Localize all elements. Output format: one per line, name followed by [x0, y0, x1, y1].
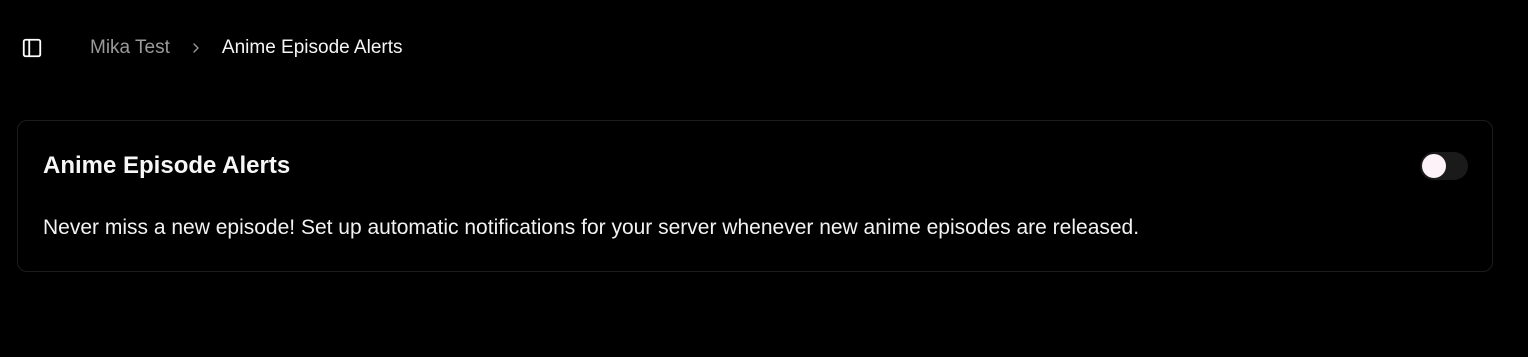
top-header: Mika Test Anime Episode Alerts — [0, 0, 1528, 96]
card-title: Anime Episode Alerts — [43, 152, 291, 179]
sidebar-toggle-button[interactable] — [16, 32, 48, 64]
chevron-right-icon — [170, 36, 222, 60]
feature-card: Anime Episode Alerts Never miss a new ep… — [17, 120, 1493, 272]
breadcrumb-current-page: Anime Episode Alerts — [221, 37, 403, 58]
breadcrumb-link-server[interactable]: Mika Test — [90, 37, 170, 59]
feature-toggle-switch[interactable] — [1420, 152, 1468, 180]
breadcrumb: Mika Test Anime Episode Alerts — [90, 36, 403, 60]
card-description: Never miss a new episode! Set up automat… — [43, 216, 1140, 239]
panel-left-icon — [22, 38, 42, 58]
toggle-knob — [1422, 154, 1446, 178]
